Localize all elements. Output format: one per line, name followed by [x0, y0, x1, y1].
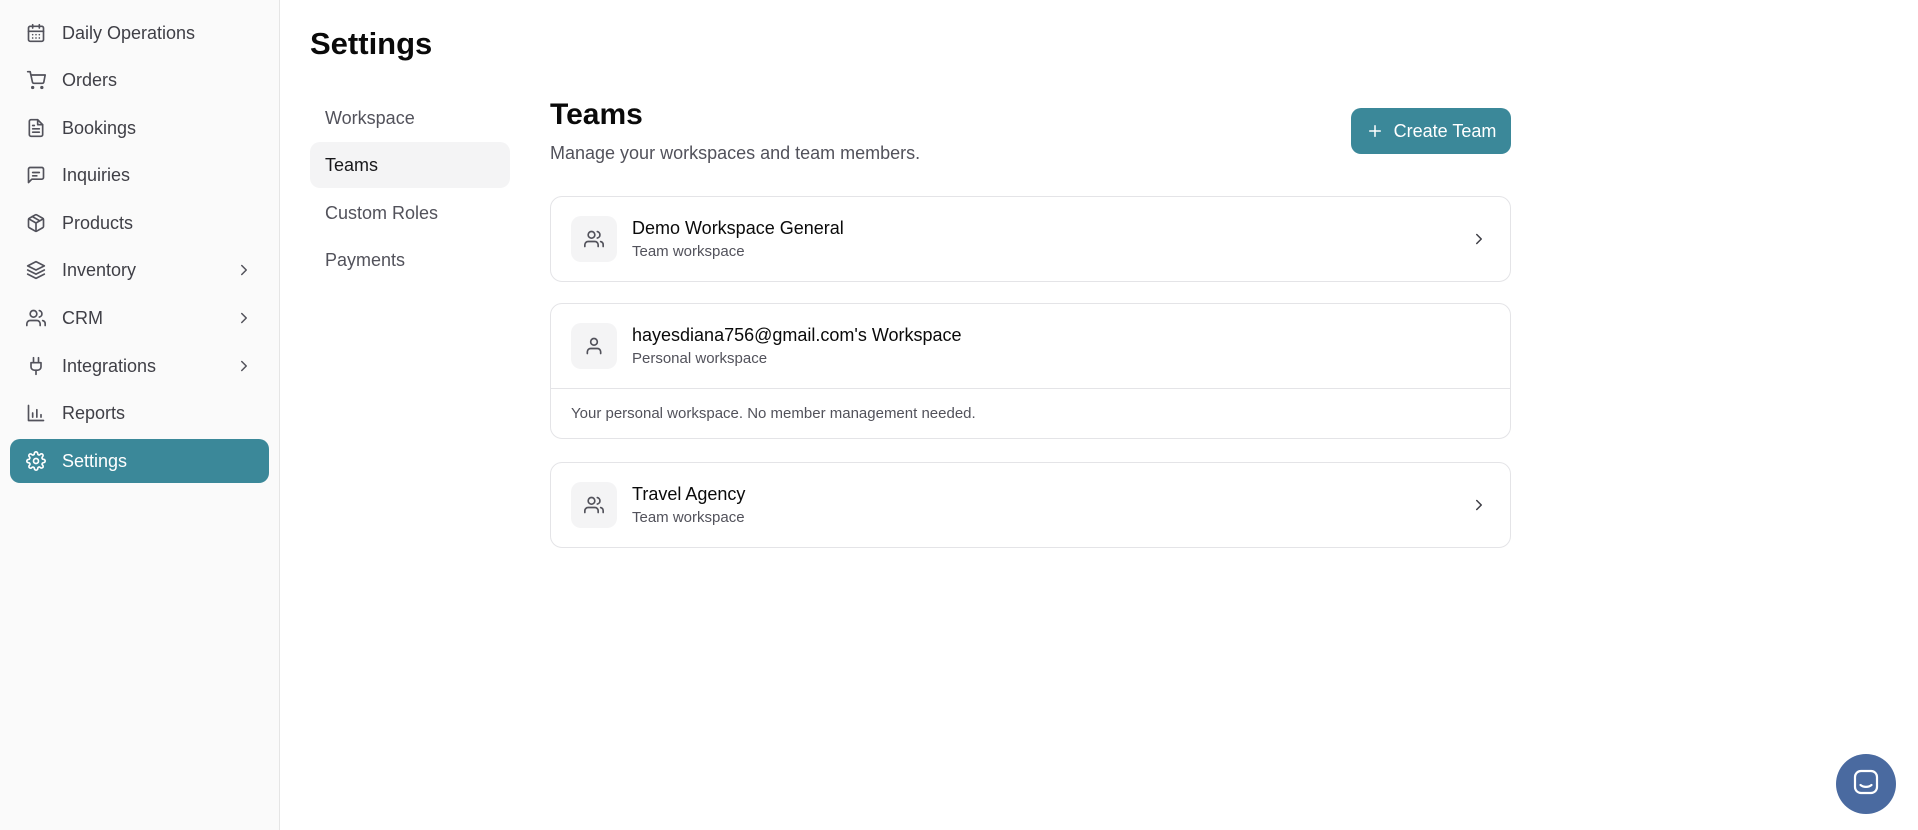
- package-icon: [26, 213, 46, 233]
- sidebar-item-crm[interactable]: CRM: [10, 296, 269, 340]
- sidebar-item-reports[interactable]: Reports: [10, 391, 269, 435]
- workspace-card-personal: hayesdiana756@gmail.com's Workspace Pers…: [550, 303, 1511, 439]
- sidebar-item-label: Bookings: [62, 117, 137, 138]
- sidebar-item-orders[interactable]: Orders: [10, 58, 269, 102]
- subnav-item-label: Custom Roles: [325, 202, 439, 223]
- workspace-note: Your personal workspace. No member manag…: [551, 388, 1510, 438]
- sidebar-item-label: Inventory: [62, 259, 137, 280]
- page-title: Settings: [310, 26, 433, 61]
- workspace-name: Demo Workspace General: [632, 218, 844, 238]
- create-team-button[interactable]: Create Team: [1351, 108, 1511, 154]
- subnav-item-label: Payments: [325, 249, 406, 270]
- sidebar-item-label: CRM: [62, 307, 103, 328]
- workspace-type: Team workspace: [632, 509, 745, 526]
- sidebar-item-bookings[interactable]: Bookings: [10, 106, 269, 150]
- workspace-type: Team workspace: [632, 243, 745, 260]
- chevron-right-icon: [235, 309, 253, 327]
- bar-chart-icon: [26, 403, 46, 423]
- users-icon: [26, 308, 46, 328]
- gear-icon: [26, 451, 46, 471]
- sidebar-item-inquiries[interactable]: Inquiries: [10, 153, 269, 197]
- chevron-right-icon[interactable]: [1470, 496, 1488, 514]
- subnav-item-teams[interactable]: Teams: [310, 142, 510, 188]
- plug-icon: [26, 356, 46, 376]
- sidebar-item-label: Inquiries: [62, 164, 131, 185]
- teams-subtitle: Manage your workspaces and team members.: [550, 143, 921, 163]
- sidebar-item-label: Reports: [62, 402, 126, 423]
- workspace-card[interactable]: Demo Workspace General Team workspace: [550, 196, 1511, 282]
- calendar-icon: [26, 23, 46, 43]
- teams-title: Teams: [550, 98, 643, 131]
- sidebar-item-label: Daily Operations: [62, 22, 196, 43]
- workspace-name: Travel Agency: [632, 484, 746, 504]
- sidebar-item-integrations[interactable]: Integrations: [10, 344, 269, 388]
- chevron-right-icon: [235, 261, 253, 279]
- sidebar-item-label: Integrations: [62, 355, 157, 376]
- sidebar-item-inventory[interactable]: Inventory: [10, 248, 269, 292]
- users-icon: [571, 216, 617, 262]
- workspace-type: Personal workspace: [632, 350, 768, 367]
- sidebar-item-label: Products: [62, 212, 134, 233]
- create-team-label: Create Team: [1393, 120, 1497, 141]
- chat-launcher-button[interactable]: [1836, 754, 1896, 814]
- chevron-right-icon[interactable]: [1470, 230, 1488, 248]
- chat-icon: [1852, 768, 1880, 801]
- message-icon: [26, 165, 46, 185]
- subnav-item-label: Workspace: [325, 107, 415, 128]
- document-icon: [26, 118, 46, 138]
- sidebar-item-settings[interactable]: Settings: [10, 439, 269, 483]
- user-icon: [571, 323, 617, 369]
- subnav-item-payments[interactable]: Payments: [310, 237, 510, 283]
- sidebar-item-label: Orders: [62, 69, 118, 90]
- subnav-item-label: Teams: [325, 154, 379, 175]
- workspace-card[interactable]: Travel Agency Team workspace: [550, 462, 1511, 548]
- layers-icon: [26, 260, 46, 280]
- cart-icon: [26, 70, 46, 90]
- subnav-item-custom-roles[interactable]: Custom Roles: [310, 190, 510, 236]
- sidebar-item-daily-operations[interactable]: Daily Operations: [10, 11, 269, 55]
- users-icon: [571, 482, 617, 528]
- plus-icon: [1366, 122, 1384, 140]
- sidebar-item-products[interactable]: Products: [10, 201, 269, 245]
- sidebar-item-label: Settings: [62, 450, 128, 471]
- workspace-name: hayesdiana756@gmail.com's Workspace: [632, 325, 962, 345]
- subnav-item-workspace[interactable]: Workspace: [310, 95, 510, 141]
- chevron-right-icon: [235, 357, 253, 375]
- sidebar: Daily Operations Orders Bookings Inquiri…: [0, 0, 280, 830]
